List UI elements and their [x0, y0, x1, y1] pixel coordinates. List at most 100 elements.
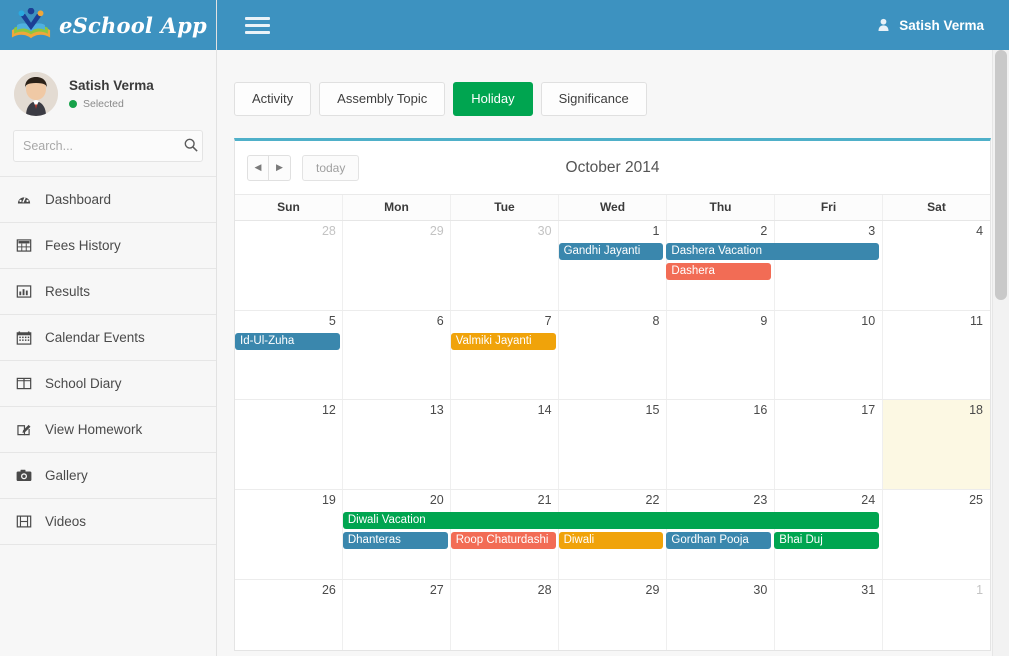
day-number[interactable]: 26 — [235, 580, 343, 651]
calendar-event[interactable]: Bhai Duj — [774, 532, 880, 550]
week-events: Id-Ul-Zuha Valmiki Jayanti — [235, 332, 990, 353]
dashboard-icon — [15, 192, 32, 207]
day-number[interactable]: 8 — [559, 311, 667, 400]
search-input[interactable] — [23, 139, 184, 153]
main-area: Satish Verma Activity Assembly Topic Hol… — [217, 0, 1009, 656]
calendar-event[interactable]: Valmiki Jayanti — [450, 332, 556, 350]
search-box[interactable] — [13, 130, 203, 162]
sidebar-item-gallery[interactable]: Gallery — [0, 453, 216, 499]
today-button[interactable]: today — [302, 154, 360, 181]
sidebar: eSchool App Satish Verma Selected Search… — [0, 0, 217, 656]
week-events: Gandhi Jayanti Dashera Vacation Dashera — [235, 243, 990, 283]
sidebar-item-label: View Homework — [45, 422, 143, 437]
day-number[interactable]: 31 — [774, 580, 882, 651]
day-number[interactable]: 14 — [451, 400, 559, 489]
brand-title: eSchool App — [59, 12, 207, 38]
tab-assembly-topic[interactable]: Assembly Topic — [319, 82, 446, 117]
day-number[interactable]: 30 — [666, 580, 774, 651]
sidebar-item-results[interactable]: Results — [0, 269, 216, 315]
day-number[interactable]: 5 — [235, 311, 343, 400]
tab-holiday[interactable]: Holiday — [453, 82, 533, 117]
bar-chart-icon — [15, 284, 32, 299]
profile-meta: Satish Verma Selected — [69, 78, 154, 110]
sidebar-item-dashboard[interactable]: Dashboard — [0, 177, 216, 223]
day-number[interactable]: 7 — [451, 311, 559, 400]
calendar-icon — [15, 330, 32, 345]
event-row: Diwali Vacation — [235, 512, 990, 532]
calendar-week-row: 26 27 28 29 30 31 1 — [235, 579, 990, 651]
camera-icon — [15, 468, 32, 483]
calendar-event[interactable]: Dashera Vacation — [666, 243, 880, 261]
app-root: eSchool App Satish Verma Selected Search… — [0, 0, 1009, 656]
calendar-event[interactable]: Id-Ul-Zuha — [235, 332, 340, 350]
calendar-event[interactable]: Dashera — [666, 263, 772, 281]
sidebar-nav: Dashboard Fees History Results Calendar … — [0, 176, 216, 545]
day-number[interactable]: 12 — [235, 400, 343, 489]
table-icon — [15, 238, 32, 253]
day-number[interactable]: 18 — [882, 400, 990, 489]
day-number[interactable]: 28 — [451, 580, 559, 651]
calendar-week-row: 5 6 7 8 9 10 11 Id-Ul-Zuha Valmiki Jayanti — [235, 310, 990, 401]
calendar-panel: ◀ ▶ today October 2014 Sun Mon Tue Wed T… — [234, 138, 991, 652]
sidebar-item-fees-history[interactable]: Fees History — [0, 223, 216, 269]
week-day-numbers: 26 27 28 29 30 31 1 — [235, 580, 990, 651]
tab-significance[interactable]: Significance — [540, 82, 647, 117]
status-dot-icon — [69, 100, 77, 108]
sidebar-item-label: Fees History — [45, 238, 121, 253]
event-row: Dhanteras Roop Chaturdashi Diwali Gordhan P… — [235, 532, 990, 552]
page-scrollbar[interactable] — [992, 50, 1009, 656]
day-number[interactable]: 6 — [343, 311, 451, 400]
calendar-toolbar: ◀ ▶ today October 2014 — [235, 141, 990, 194]
sidebar-profile[interactable]: Satish Verma Selected — [0, 50, 216, 130]
day-number[interactable]: 1 — [882, 580, 990, 651]
week-day-numbers: 12 13 14 15 16 17 18 — [235, 400, 990, 489]
sidebar-item-school-diary[interactable]: School Diary — [0, 361, 216, 407]
dow-fri: Fri — [774, 195, 882, 221]
calendar-nav-buttons: ◀ ▶ — [247, 154, 291, 181]
week-day-numbers: 5 6 7 8 9 10 11 — [235, 311, 990, 400]
day-of-week-header: Sun Mon Tue Wed Thu Fri Sat — [235, 194, 990, 222]
sidebar-item-view-homework[interactable]: View Homework — [0, 407, 216, 453]
day-number[interactable]: 13 — [343, 400, 451, 489]
sidebar-item-label: School Diary — [45, 376, 122, 391]
dow-sat: Sat — [882, 195, 990, 221]
calendar-weeks: 28 29 30 1 2 3 4 Gandhi Jayanti Dashera Vacation… — [235, 221, 990, 651]
day-number[interactable]: 16 — [666, 400, 774, 489]
event-row: Dashera — [235, 263, 990, 283]
calendar-event[interactable]: Diwali — [558, 532, 664, 550]
day-number[interactable]: 29 — [559, 580, 667, 651]
day-number[interactable]: 15 — [559, 400, 667, 489]
film-icon — [15, 514, 32, 529]
sidebar-item-calendar-events[interactable]: Calendar Events — [0, 315, 216, 361]
book-people-logo-icon — [9, 7, 53, 42]
day-number[interactable]: 11 — [882, 311, 990, 400]
search-icon[interactable] — [184, 138, 198, 154]
avatar — [14, 72, 58, 116]
dow-mon: Mon — [342, 195, 450, 221]
profile-name: Satish Verma — [69, 78, 154, 93]
calendar-event[interactable]: Gordhan Pooja — [666, 532, 772, 550]
topbar-user[interactable]: Satish Verma — [877, 18, 984, 33]
calendar-week-row: 19 20 21 22 23 24 25 Diwali Vacation Dhanteras Ro… — [235, 490, 990, 580]
sidebar-item-label: Gallery — [45, 468, 88, 483]
hamburger-menu-icon[interactable] — [245, 16, 270, 34]
sidebar-item-videos[interactable]: Videos — [0, 499, 216, 545]
tab-activity[interactable]: Activity — [234, 82, 312, 117]
day-number[interactable]: 27 — [343, 580, 451, 651]
day-number[interactable]: 10 — [774, 311, 882, 400]
day-number[interactable]: 9 — [666, 311, 774, 400]
day-number[interactable]: 17 — [774, 400, 882, 489]
search-wrap — [0, 130, 216, 176]
dow-thu: Thu — [666, 195, 774, 221]
brand-header[interactable]: eSchool App — [0, 0, 216, 50]
prev-month-button[interactable]: ◀ — [247, 154, 269, 181]
calendar-event[interactable]: Diwali Vacation — [342, 512, 880, 530]
dow-tue: Tue — [450, 195, 558, 221]
calendar-week-row: 12 13 14 15 16 17 18 — [235, 400, 990, 491]
calendar-event[interactable]: Roop Chaturdashi — [450, 532, 556, 550]
page-scrollbar-thumb[interactable] — [995, 50, 1007, 300]
event-row: Id-Ul-Zuha Valmiki Jayanti — [235, 332, 990, 353]
calendar-event[interactable]: Gandhi Jayanti — [558, 243, 664, 261]
calendar-event[interactable]: Dhanteras — [342, 532, 448, 550]
next-month-button[interactable]: ▶ — [269, 154, 291, 181]
